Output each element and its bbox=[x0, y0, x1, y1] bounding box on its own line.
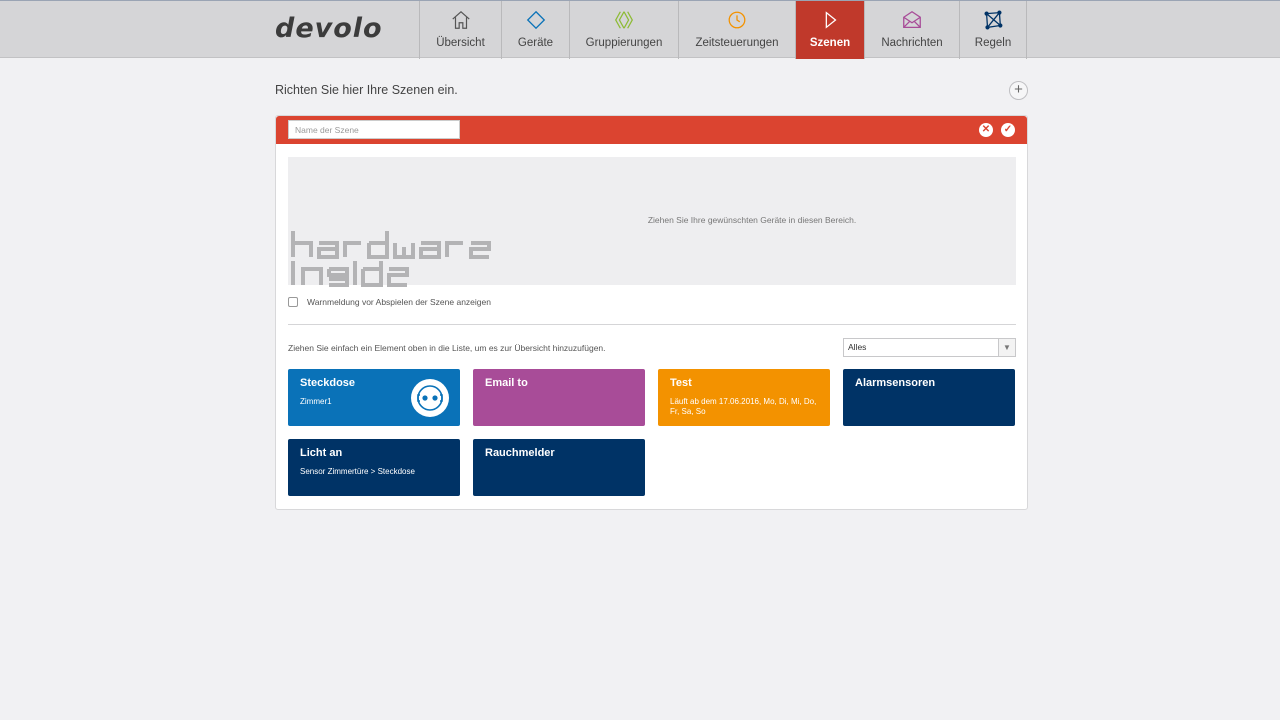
nav-label: Zeitsteuerungen bbox=[695, 37, 779, 49]
nav-item-groups[interactable]: Gruppierungen bbox=[570, 1, 679, 59]
drop-zone-hint: Ziehen Sie Ihre gewünschten Geräte in di… bbox=[647, 215, 857, 225]
clock-icon bbox=[728, 11, 746, 29]
nav-item-scenes[interactable]: Szenen bbox=[796, 1, 865, 59]
tile-test[interactable]: Test Läuft ab dem 17.06.2016, Mo, Di, Mi… bbox=[658, 369, 830, 426]
mail-icon bbox=[903, 10, 921, 28]
groups-icon bbox=[615, 11, 633, 29]
scene-editor-panel: ✕ ✓ Ziehen Sie Ihre gewünschten Geräte i… bbox=[275, 115, 1028, 510]
home-icon bbox=[451, 10, 470, 29]
nav-label: Übersicht bbox=[436, 37, 485, 49]
add-scene-button[interactable]: + bbox=[1009, 81, 1028, 100]
chevron-down-icon[interactable]: ▼ bbox=[998, 339, 1015, 356]
nav-label: Szenen bbox=[809, 37, 851, 49]
hardware-inside-watermark bbox=[291, 231, 491, 287]
nav-item-overview[interactable]: Übersicht bbox=[420, 1, 502, 59]
socket-icon bbox=[411, 379, 449, 417]
tile-title: Email to bbox=[485, 377, 528, 389]
devices-icon bbox=[526, 10, 545, 30]
list-hint: Ziehen Sie einfach ein Element oben in d… bbox=[288, 343, 606, 353]
tile-subtitle: Läuft ab dem 17.06.2016, Mo, Di, Mi, Do,… bbox=[670, 397, 817, 416]
nav-label: Gruppierungen bbox=[585, 37, 663, 49]
nav-label: Regeln bbox=[974, 37, 1012, 49]
warning-checkbox-label: Warnmeldung vor Abspielen der Szene anze… bbox=[307, 297, 491, 307]
check-icon: ✓ bbox=[1003, 124, 1013, 135]
rules-icon bbox=[984, 10, 1003, 30]
tile-rauchmelder[interactable]: Rauchmelder bbox=[473, 439, 645, 496]
tile-title: Rauchmelder bbox=[485, 447, 555, 459]
tile-title: Licht an bbox=[300, 447, 343, 459]
scene-editor-header: ✕ ✓ bbox=[276, 116, 1027, 144]
device-drop-zone[interactable]: Ziehen Sie Ihre gewünschten Geräte in di… bbox=[288, 157, 1016, 287]
tile-licht-an[interactable]: Licht an Sensor Zimmertüre > Steckdose bbox=[288, 439, 460, 496]
tile-email-to[interactable]: Email to bbox=[473, 369, 645, 426]
play-icon bbox=[825, 11, 837, 29]
nav-item-devices[interactable]: Geräte bbox=[502, 1, 570, 59]
tile-subtitle: Sensor Zimmertüre > Steckdose bbox=[300, 467, 415, 476]
tile-steckdose[interactable]: Steckdose Zimmer1 bbox=[288, 369, 460, 426]
tile-title: Test bbox=[670, 377, 692, 389]
nav-label: Geräte bbox=[517, 37, 554, 49]
tile-alarmsensoren[interactable]: Alarmsensoren bbox=[843, 369, 1015, 426]
cancel-button[interactable]: ✕ bbox=[979, 123, 993, 137]
warning-option: Warnmeldung vor Abspielen der Szene anze… bbox=[288, 297, 491, 307]
close-icon: ✕ bbox=[981, 124, 991, 135]
nav-item-messages[interactable]: Nachrichten bbox=[865, 1, 960, 59]
warning-checkbox[interactable] bbox=[288, 297, 298, 307]
nav-item-timers[interactable]: Zeitsteuerungen bbox=[679, 1, 796, 59]
devolo-logo[interactable]: devolo bbox=[275, 13, 383, 44]
divider bbox=[288, 324, 1016, 325]
tile-title: Alarmsensoren bbox=[855, 377, 936, 389]
filter-select-value: Alles bbox=[848, 342, 867, 352]
nav-label: Nachrichten bbox=[881, 37, 943, 49]
filter-select[interactable]: Alles ▼ bbox=[843, 338, 1016, 357]
scene-name-input[interactable] bbox=[288, 120, 460, 139]
top-navigation-bar: devolo Übersicht Geräte Gruppierungen Ze… bbox=[0, 0, 1280, 59]
page-title: Richten Sie hier Ihre Szenen ein. bbox=[275, 83, 458, 97]
main-nav: Übersicht Geräte Gruppierungen Zeitsteue… bbox=[419, 1, 1027, 59]
nav-item-rules[interactable]: Regeln bbox=[960, 1, 1027, 59]
confirm-button[interactable]: ✓ bbox=[1001, 123, 1015, 137]
